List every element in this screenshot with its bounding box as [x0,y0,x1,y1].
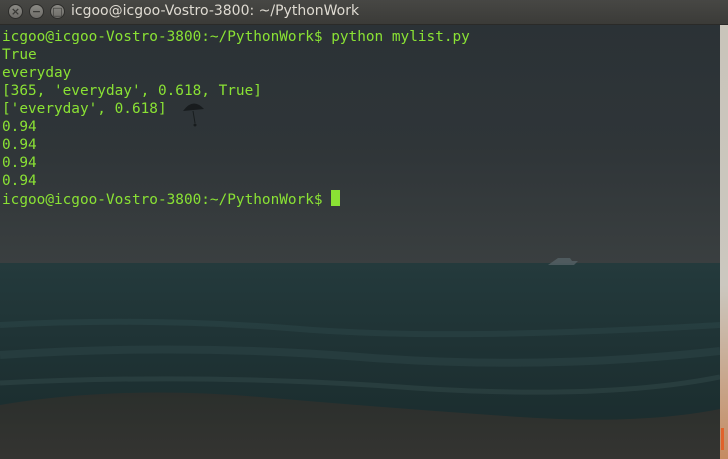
terminal-line: 0.94 [2,137,37,153]
terminal-prompt: icgoo@icgoo-Vostro-3800:~/PythonWork$ [2,192,332,208]
terminal-line: ['everyday', 0.618] [2,101,167,117]
terminal-area[interactable]: icgoo@icgoo-Vostro-3800:~/PythonWork$ py… [0,25,720,459]
terminal-line: icgoo@icgoo-Vostro-3800:~/PythonWork$ py… [2,29,470,45]
terminal-line: 0.94 [2,119,37,135]
desktop-edge [720,25,728,459]
terminal-line: True [2,47,37,63]
terminal-line: 0.94 [2,173,37,189]
close-icon[interactable]: × [8,4,23,19]
terminal-output: icgoo@icgoo-Vostro-3800:~/PythonWork$ py… [2,28,470,208]
terminal-prompt-line[interactable]: icgoo@icgoo-Vostro-3800:~/PythonWork$ [2,190,470,208]
minimize-icon[interactable]: − [29,4,44,19]
terminal-line: [365, 'everyday', 0.618, True] [2,83,262,99]
title-bar[interactable]: × − □ icgoo@icgoo-Vostro-3800: ~/PythonW… [0,0,728,25]
maximize-icon[interactable]: □ [50,4,65,19]
terminal-line: 0.94 [2,155,37,171]
terminal-line: everyday [2,65,72,81]
text-cursor [331,190,341,206]
terminal-window: × − □ icgoo@icgoo-Vostro-3800: ~/PythonW… [0,0,728,459]
desktop-edge-mark [721,428,724,450]
window-title: icgoo@icgoo-Vostro-3800: ~/PythonWork [71,3,360,19]
